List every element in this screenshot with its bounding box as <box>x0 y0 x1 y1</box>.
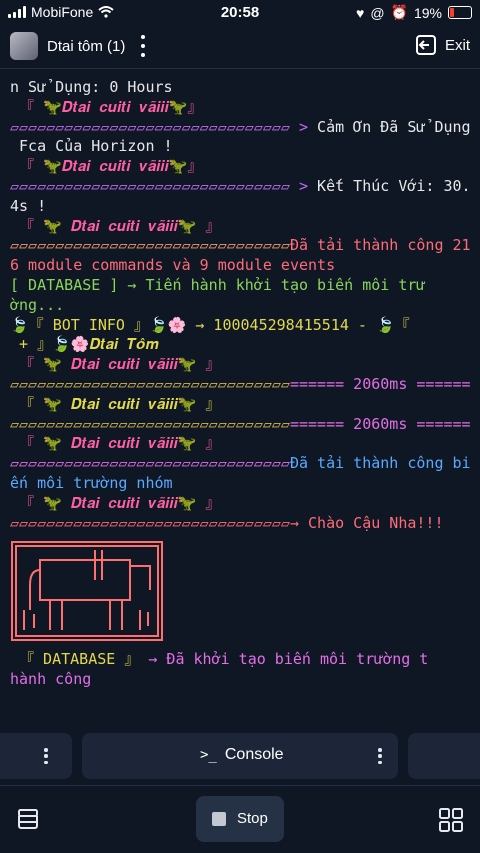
console-text: ▱▱▱▱▱▱▱▱▱▱▱▱▱▱▱▱▱▱▱▱▱▱▱▱▱▱▱▱▱▱▱ <box>10 414 290 433</box>
console-text: + 』🍃🌸𝑫𝒕𝒂𝒊 𝑻𝒐̂𝒎 <box>10 335 159 354</box>
console-line: 『 🦖𝑫𝒕𝒂𝒊 𝒄𝒖𝒊𝒕𝒊 𝒗𝒂̃𝒊𝒊𝒊🦖』 <box>10 98 472 118</box>
tab-console[interactable]: >_ Console <box>82 733 398 779</box>
console-text: ▱▱▱▱▱▱▱▱▱▱▱▱▱▱▱▱▱▱▱▱▱▱▱▱▱▱▱▱▱▱▱ > <box>10 117 318 136</box>
tab-next[interactable] <box>408 733 480 779</box>
console-line: ▱▱▱▱▱▱▱▱▱▱▱▱▱▱▱▱▱▱▱▱▱▱▱▱▱▱▱▱▱▱▱====== 20… <box>10 375 472 395</box>
stop-button[interactable]: Stop <box>196 796 284 842</box>
console-text: ▱▱▱▱▱▱▱▱▱▱▱▱▱▱▱▱▱▱▱▱▱▱▱▱▱▱▱▱▱▱▱ <box>10 374 290 393</box>
console-text: → Đã khởi tạo biến môi trường t <box>148 650 429 668</box>
console-text: Đã tải thành công 21 <box>289 236 471 255</box>
console-text: 『 🦖 𝑫𝒕𝒂𝒊 𝒄𝒖𝒊𝒕𝒊 𝒗𝒂̃𝒊𝒊𝒊🦖 』 <box>10 434 221 453</box>
database-status: 『 DATABASE 』 → Đã khởi tạo biến môi trườ… <box>10 650 472 690</box>
console-text: 『 🦖𝑫𝒕𝒂𝒊 𝒄𝒖𝒊𝒕𝒊 𝒗𝒂̃𝒊𝒊𝒊🦖』 <box>10 97 203 116</box>
console-text: 6 module commands và 9 module events <box>10 256 336 275</box>
console-text: hành công <box>10 669 92 688</box>
console-line: ▱▱▱▱▱▱▱▱▱▱▱▱▱▱▱▱▱▱▱▱▱▱▱▱▱▱▱▱▱▱▱→ Chào Cậ… <box>10 514 472 534</box>
exit-button[interactable]: Exit <box>415 34 470 56</box>
console-text: 『 🦖 𝑫𝒕𝒂𝒊 𝒄𝒖𝒊𝒕𝒊 𝒗𝒂̃𝒊𝒊𝒊🦖 』 <box>10 216 221 235</box>
console-line: + 』🍃🌸𝑫𝒕𝒂𝒊 𝑻𝒐̂𝒎 <box>10 335 472 355</box>
status-right: ♥ @ ⏰ 19% <box>356 4 472 21</box>
app-header: Dtai tôm (1) Exit <box>0 28 480 68</box>
heart-icon: ♥ <box>356 4 365 21</box>
console-line: ▱▱▱▱▱▱▱▱▱▱▱▱▱▱▱▱▱▱▱▱▱▱▱▱▱▱▱▱▱▱▱ > Cảm Ơn… <box>10 118 472 138</box>
console-line: 『 🦖 𝑫𝒕𝒂𝒊 𝒄𝒖𝒊𝒕𝒊 𝒗𝒂̃𝒊𝒊𝒊🦖 』 <box>10 434 472 454</box>
toolbar-divider <box>0 785 480 786</box>
console-line: 『 🦖 𝑫𝒕𝒂𝒊 𝒄𝒖𝒊𝒕𝒊 𝒗𝒂̃𝒊𝒊𝒊🦖 』 <box>10 217 472 237</box>
header-divider <box>0 68 480 69</box>
console-text: ến môi trường nhóm <box>10 473 173 492</box>
console-text: Chào Cậu Nha!!! <box>308 513 444 532</box>
console-line: hành công <box>10 670 472 690</box>
tab-console-menu-icon[interactable] <box>378 748 382 764</box>
console-line: 『 🦖 𝑫𝒕𝒂𝒊 𝒄𝒖𝒊𝒕𝒊 𝒗𝒂̃𝒊𝒊𝒊🦖 』 <box>10 395 472 415</box>
console-line: 『 🦖 𝑫𝒕𝒂𝒊 𝒄𝒖𝒊𝒕𝒊 𝒗𝒂̃𝒊𝒊𝒊🦖 』 <box>10 355 472 375</box>
console-line: ờng... <box>10 296 472 316</box>
battery-percent: 19% <box>413 4 442 21</box>
exit-icon <box>415 35 436 55</box>
console-text: 『 DATABASE 』 <box>10 650 149 668</box>
console-text: 『 🦖 𝑫𝒕𝒂𝒊 𝒄𝒖𝒊𝒕𝒊 𝒗𝒂̃𝒊𝒊𝒊🦖 』 <box>10 394 221 413</box>
console-text: n Sử Dụng: 0 Hours <box>10 78 173 96</box>
console-line: 『 🦖 𝑫𝒕𝒂𝒊 𝒄𝒖𝒊𝒕𝒊 𝒗𝒂̃𝒊𝒊𝒊🦖 』 <box>10 494 472 514</box>
console-text: 4s ! <box>10 196 47 215</box>
console-line: Fca Của Horizon ! <box>10 137 472 157</box>
console-line: 『 DATABASE 』 → Đã khởi tạo biến môi trườ… <box>10 650 472 670</box>
console-line: ▱▱▱▱▱▱▱▱▱▱▱▱▱▱▱▱▱▱▱▱▱▱▱▱▱▱▱▱▱▱▱Đã tải th… <box>10 236 472 256</box>
console-line: [ DATABASE ] → Tiến hành khởi tạo biến m… <box>10 276 472 296</box>
exit-label: Exit <box>444 36 470 54</box>
console-text: 『 🦖𝑫𝒕𝒂𝒊 𝒄𝒖𝒊𝒕𝒊 𝒗𝒂̃𝒊𝒊𝒊🦖』 <box>10 157 203 176</box>
console-line: 『 🦖𝑫𝒕𝒂𝒊 𝒄𝒖𝒊𝒕𝒊 𝒗𝒂̃𝒊𝒊𝒊🦖』 <box>10 157 472 177</box>
page-title[interactable]: Dtai tôm (1) <box>47 38 125 55</box>
more-menu-icon[interactable] <box>137 35 149 57</box>
battery-icon <box>448 6 472 19</box>
console-text: ▱▱▱▱▱▱▱▱▱▱▱▱▱▱▱▱▱▱▱▱▱▱▱▱▱▱▱▱▱▱▱→ <box>10 513 309 532</box>
alarm-icon: ⏰ <box>390 4 408 20</box>
console-text: 『 🦖 𝑫𝒕𝒂𝒊 𝒄𝒖𝒊𝒕𝒊 𝒗𝒂̃𝒊𝒊𝒊🦖 』 <box>10 493 221 512</box>
console-output: n Sử Dụng: 0 Hours 『 🦖𝑫𝒕𝒂𝒊 𝒄𝒖𝒊𝒕𝒊 𝒗𝒂̃𝒊𝒊𝒊🦖… <box>10 78 472 533</box>
console-line: 6 module commands và 9 module events <box>10 256 472 276</box>
console-line: 4s ! <box>10 197 472 217</box>
console-text: ▱▱▱▱▱▱▱▱▱▱▱▱▱▱▱▱▱▱▱▱▱▱▱▱▱▱▱▱▱▱▱ <box>10 236 290 255</box>
ascii-art <box>11 541 163 641</box>
grid-icon[interactable] <box>438 807 464 833</box>
console-text: Cảm Ơn Đã Sử Dụng <box>317 117 471 136</box>
console-line: ▱▱▱▱▱▱▱▱▱▱▱▱▱▱▱▱▱▱▱▱▱▱▱▱▱▱▱▱▱▱▱====== 20… <box>10 415 472 435</box>
console-line: ▱▱▱▱▱▱▱▱▱▱▱▱▱▱▱▱▱▱▱▱▱▱▱▱▱▱▱▱▱▱▱Đã tải th… <box>10 454 472 474</box>
console-text: Đã tải thành công bi <box>289 454 471 473</box>
stop-icon <box>212 812 226 826</box>
console-line: 🍃『 BOT INFO 』🍃🌸 → 100045298415514 - 🍃『 <box>10 316 472 336</box>
console-text: ====== 2060ms ====== <box>289 374 471 393</box>
console-line: n Sử Dụng: 0 Hours <box>10 78 472 98</box>
console-text: ====== 2060ms ====== <box>289 414 471 433</box>
console-text: 『 🦖 𝑫𝒕𝒂𝒊 𝒄𝒖𝒊𝒕𝒊 𝒗𝒂̃𝒊𝒊𝒊🦖 』 <box>10 355 221 374</box>
bottom-panel: >_ Console Stop <box>0 728 480 853</box>
console-text: 🍃『 BOT INFO 』🍃🌸 → 100045298415514 - 🍃『 <box>10 315 410 334</box>
server-icon[interactable] <box>16 807 40 831</box>
session-tabs: >_ Console <box>0 733 480 779</box>
console-text: [ DATABASE ] → Tiến hành khởi tạo biến m… <box>10 275 426 294</box>
console-text: Kết Thúc Với: 30. <box>317 176 471 195</box>
stop-label: Stop <box>237 810 268 827</box>
status-bar: MobiFone 20:58 ♥ @ ⏰ 19% <box>0 0 480 26</box>
console-line: ến môi trường nhóm <box>10 474 472 494</box>
console-line: ▱▱▱▱▱▱▱▱▱▱▱▱▱▱▱▱▱▱▱▱▱▱▱▱▱▱▱▱▱▱▱ > Kết Th… <box>10 177 472 197</box>
console-text: ▱▱▱▱▱▱▱▱▱▱▱▱▱▱▱▱▱▱▱▱▱▱▱▱▱▱▱▱▱▱▱ > <box>10 176 318 195</box>
terminal-icon: >_ <box>200 747 217 763</box>
at-icon: @ <box>370 4 385 21</box>
console-text: ▱▱▱▱▱▱▱▱▱▱▱▱▱▱▱▱▱▱▱▱▱▱▱▱▱▱▱▱▱▱▱ <box>10 454 290 473</box>
console-text: ờng... <box>10 295 65 314</box>
tab-console-label: Console <box>224 746 284 763</box>
console-text: Fca Của Horizon ! <box>10 137 173 156</box>
tab-previous-menu-icon[interactable] <box>44 748 48 764</box>
avatar[interactable] <box>10 32 38 60</box>
tab-previous[interactable] <box>0 733 72 779</box>
